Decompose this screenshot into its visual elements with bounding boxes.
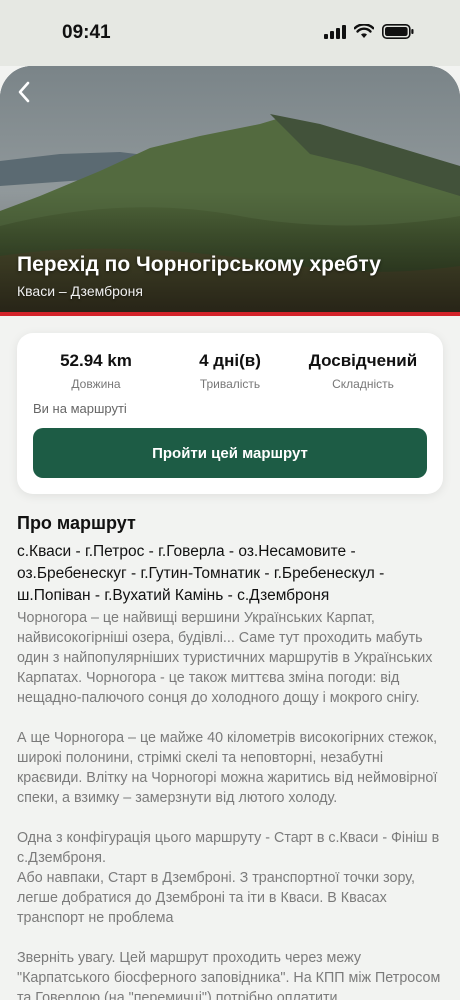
about-title: Про маршрут <box>17 513 136 533</box>
description-paragraph: Чорногора – це найвищі вершини Українськ… <box>17 610 433 706</box>
signal-icon <box>324 24 346 39</box>
stat-value: Досвідчений <box>308 351 418 370</box>
status-icons <box>324 24 414 39</box>
route-subtitle: Кваси – Дземброня <box>17 283 143 299</box>
route-points: с.Кваси - г.Петрос - г.Говерла - оз.Неса… <box>17 543 385 604</box>
description-paragraph: А ще Чорногора – це майже 40 кілометрів … <box>17 730 438 806</box>
stat-difficulty: Досвідчений Складність <box>298 351 428 391</box>
hero-image: Перехід по Чорногірському хребту Кваси –… <box>0 66 460 316</box>
stat-value: 52.94 km <box>60 351 132 370</box>
hero-accent-stripe <box>0 312 460 316</box>
stat-value: 4 дні(в) <box>199 351 261 370</box>
battery-icon <box>382 24 414 39</box>
back-button[interactable] <box>12 80 36 104</box>
route-description: Чорногора – це найвищі вершини Українськ… <box>17 608 445 1000</box>
chevron-left-icon <box>18 81 30 103</box>
stat-label: Тривалість <box>199 377 261 391</box>
wifi-icon <box>354 24 374 38</box>
mountain-photo <box>0 66 460 316</box>
stat-label: Складність <box>332 377 394 391</box>
description-paragraph: Одна з конфігурація цього маршруту - Ста… <box>17 830 440 926</box>
on-route-label: Ви на маршруті <box>33 401 127 416</box>
route-title: Перехід по Чорногірському хребту <box>17 253 381 276</box>
stat-length: 52.94 km Довжина <box>31 351 161 391</box>
description-paragraph: Зверніть увагу. Цей маршрут проходить че… <box>17 950 441 1000</box>
route-summary-card: 52.94 km Довжина 4 дні(в) Тривалість Дос… <box>17 333 443 494</box>
stat-label: Довжина <box>71 377 121 391</box>
status-bar: 09:41 <box>0 0 460 66</box>
status-time: 09:41 <box>62 22 111 43</box>
start-route-button[interactable]: Пройти цей маршрут <box>33 428 427 478</box>
stat-duration: 4 дні(в) Тривалість <box>165 351 295 391</box>
